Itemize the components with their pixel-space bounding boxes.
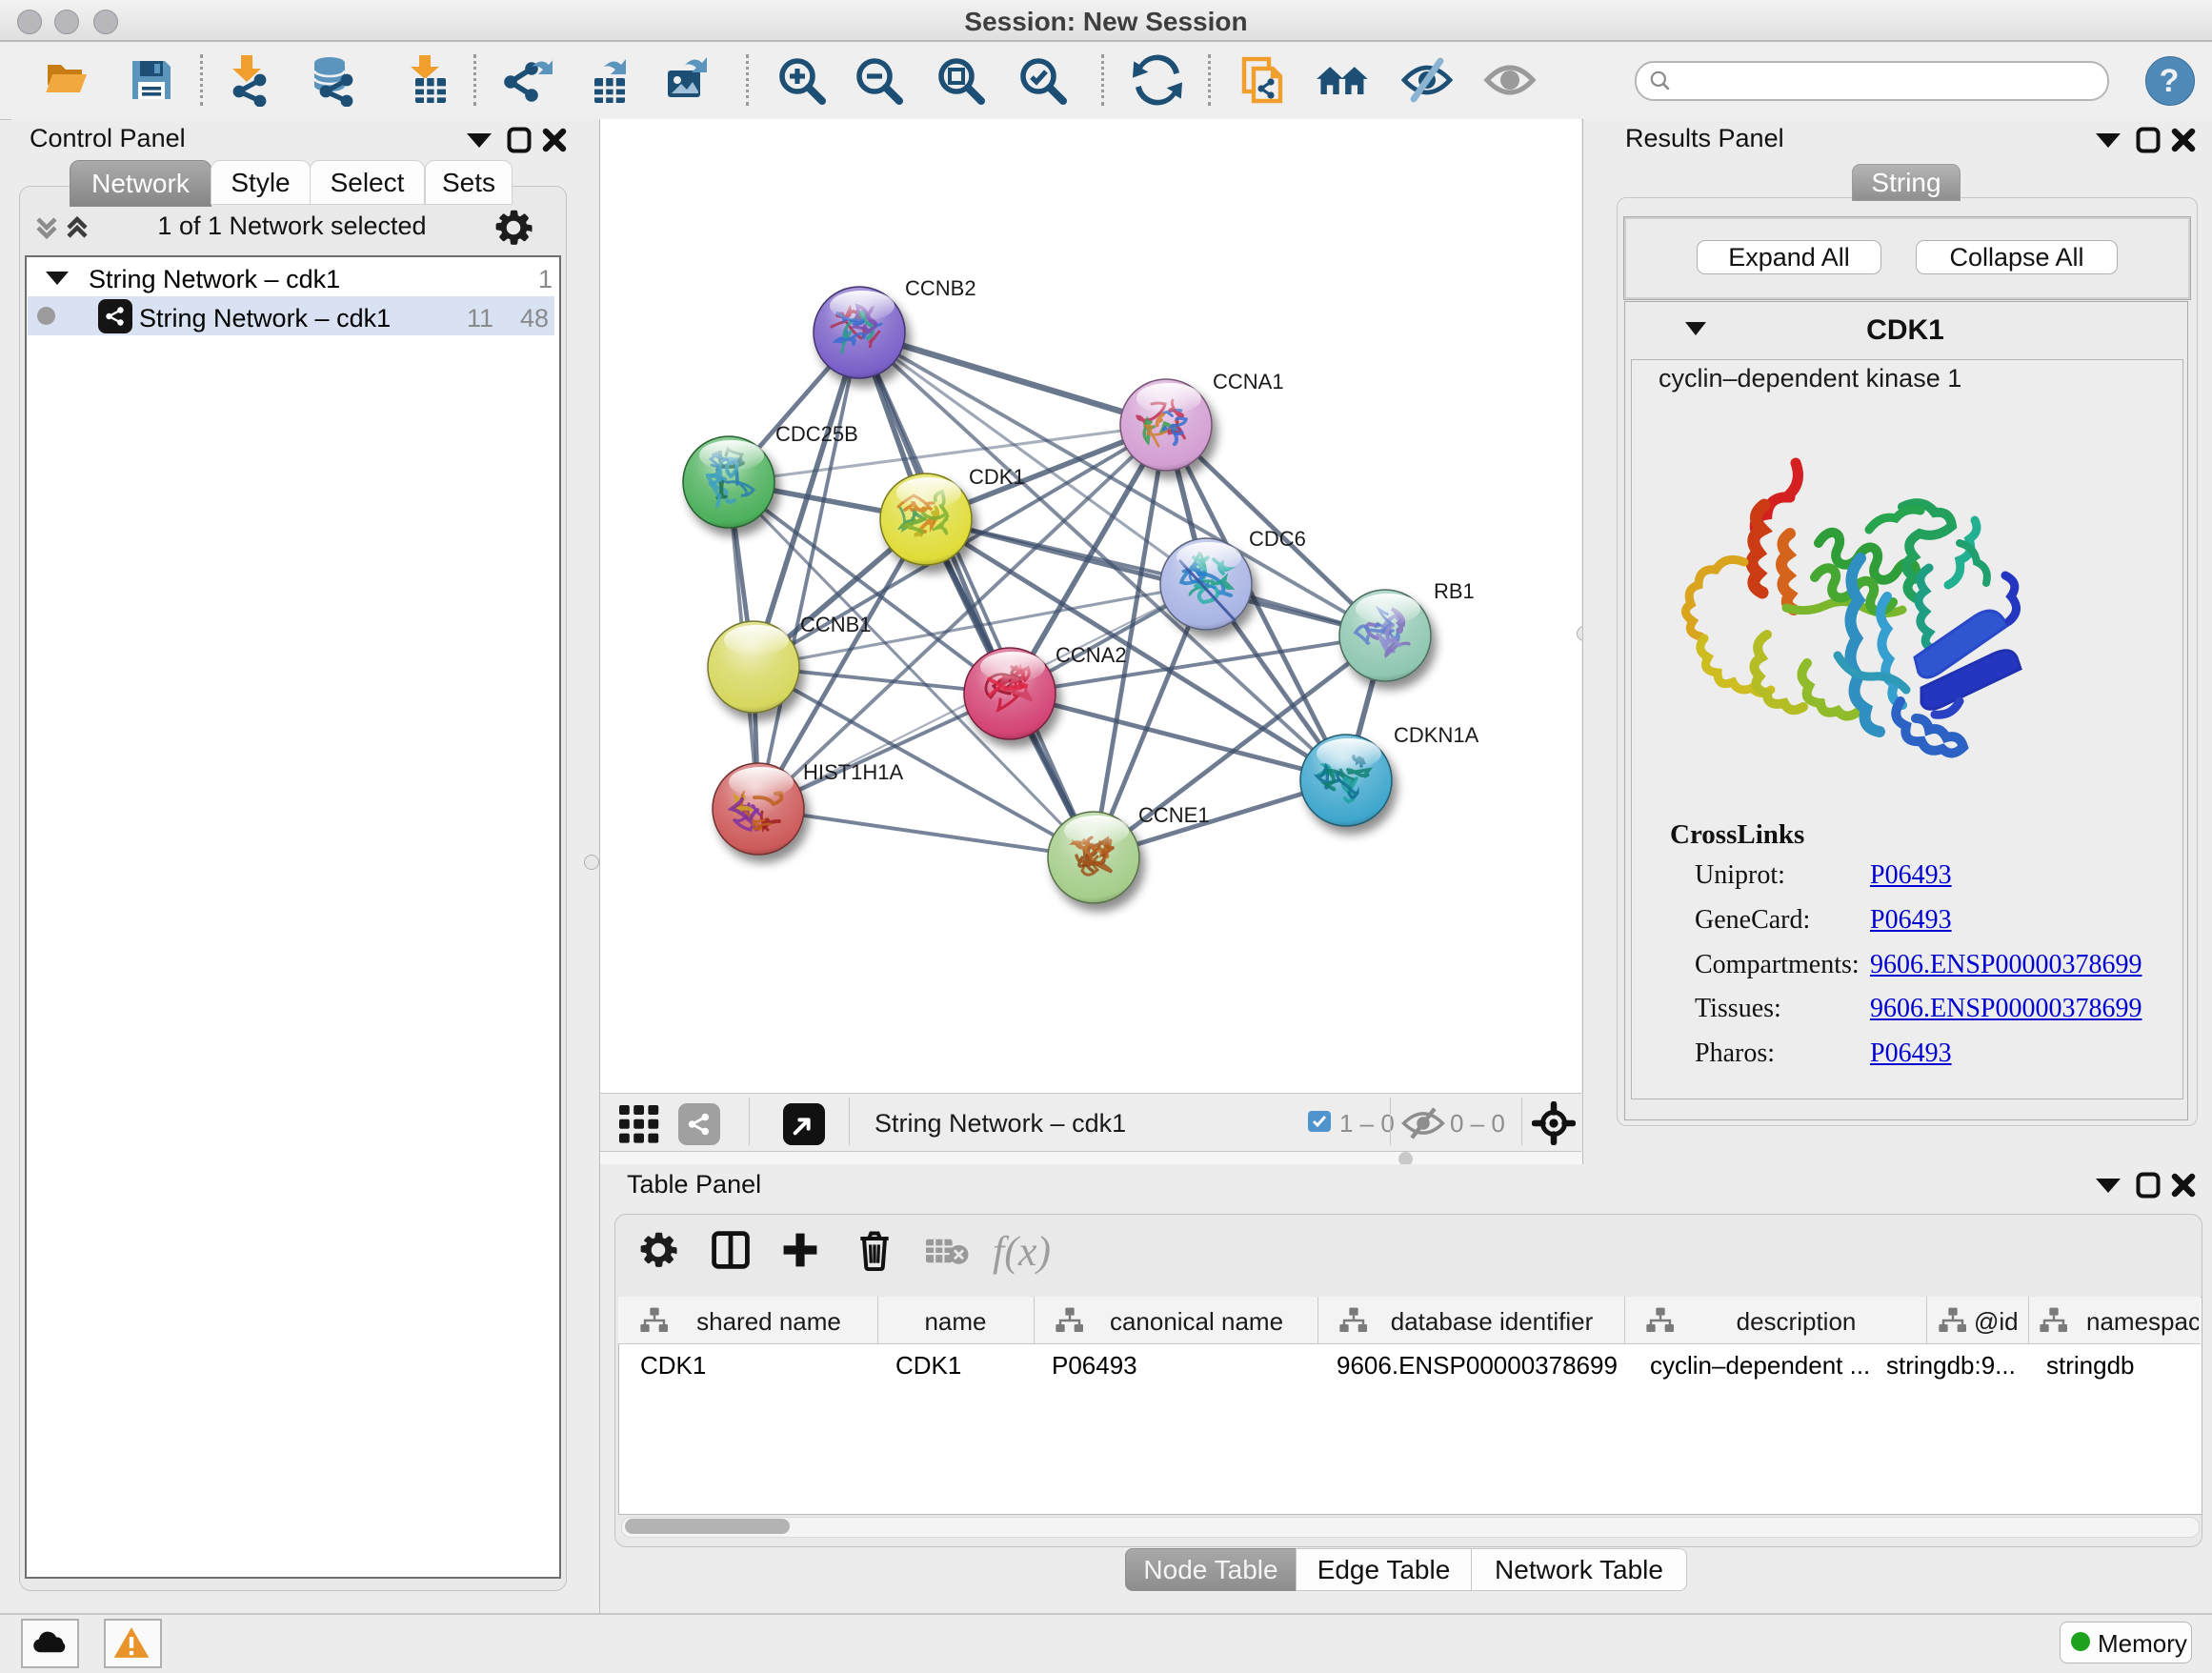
svg-text:CCNB1: CCNB1 (800, 613, 872, 636)
svg-text:RB1: RB1 (1434, 579, 1475, 603)
svg-text:CDKN1A: CDKN1A (1394, 723, 1479, 747)
svg-text:CDK1: CDK1 (969, 465, 1025, 489)
svg-text:CCNA2: CCNA2 (1056, 643, 1127, 667)
svg-text:HIST1H1A: HIST1H1A (803, 760, 903, 784)
svg-text:CDC6: CDC6 (1249, 527, 1306, 551)
svg-text:CCNA1: CCNA1 (1213, 370, 1284, 393)
svg-text:CCNB2: CCNB2 (905, 276, 976, 300)
svg-text:CDC25B: CDC25B (775, 422, 858, 446)
svg-text:CCNE1: CCNE1 (1138, 803, 1210, 827)
